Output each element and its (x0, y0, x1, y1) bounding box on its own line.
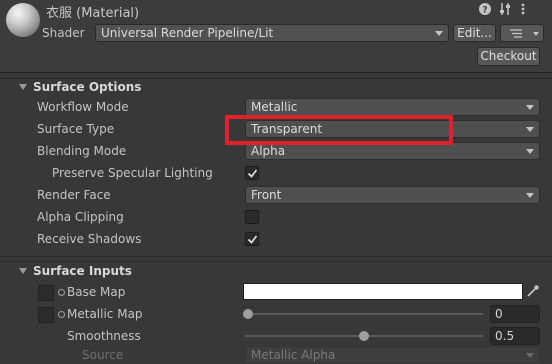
workflow-mode-value: Metallic (251, 100, 298, 114)
chevron-down-icon (526, 193, 534, 198)
object-picker-icon[interactable] (58, 311, 65, 318)
metallic-slider-knob[interactable] (243, 309, 253, 319)
material-title: 衣服 (Material) (46, 6, 140, 21)
checkout-button[interactable]: Checkout (477, 47, 540, 66)
alpha-clipping-label: Alpha Clipping (37, 210, 124, 224)
alpha-clipping-checkbox[interactable] (245, 210, 259, 224)
header-divider (0, 72, 552, 73)
edit-shader-button[interactable]: Edit... (453, 24, 496, 42)
list-options-button[interactable] (500, 24, 544, 42)
foldout-arrow-icon[interactable] (19, 84, 27, 90)
section-divider (0, 261, 552, 262)
preserve-specular-checkbox[interactable] (245, 166, 259, 180)
svg-text:?: ? (482, 6, 487, 16)
base-map-color-field[interactable] (243, 283, 523, 300)
metallic-map-label: Metallic Map (67, 307, 143, 321)
shader-dropdown-value: Universal Render Pipeline/Lit (101, 26, 274, 40)
checkmark-icon (247, 235, 258, 244)
foldout-arrow-icon[interactable] (19, 268, 27, 274)
metallic-map-texture-slot[interactable] (38, 307, 54, 323)
metallic-value: 0 (495, 307, 503, 321)
more-options-icon[interactable] (515, 2, 531, 18)
smoothness-value-field[interactable]: 0.5 (490, 327, 540, 345)
chevron-down-icon (526, 149, 534, 154)
surface-type-label: Surface Type (37, 122, 115, 136)
surface-inputs-header[interactable]: Surface Inputs (33, 264, 132, 278)
chevron-down-icon (435, 31, 443, 36)
base-map-texture-slot[interactable] (38, 285, 54, 301)
receive-shadows-label: Receive Shadows (37, 232, 142, 246)
workflow-mode-dropdown[interactable]: Metallic (245, 98, 540, 116)
base-map-label: Base Map (67, 285, 126, 299)
receive-shadows-checkbox[interactable] (245, 232, 259, 246)
metallic-slider-track[interactable] (245, 313, 483, 315)
render-face-label: Render Face (37, 188, 111, 202)
surface-type-highlight-box (225, 115, 453, 145)
source-dropdown: Metallic Alpha (245, 346, 540, 364)
section-divider (0, 256, 552, 257)
section-divider (0, 78, 552, 79)
eyedropper-icon[interactable] (526, 284, 540, 298)
settings-sliders-icon[interactable] (497, 2, 513, 18)
workflow-mode-label: Workflow Mode (37, 100, 129, 114)
render-face-dropdown[interactable]: Front (245, 186, 540, 204)
metallic-value-field[interactable]: 0 (490, 305, 540, 323)
chevron-down-icon (526, 127, 534, 132)
list-icon (510, 29, 522, 38)
surface-options-header[interactable]: Surface Options (33, 80, 141, 94)
shader-dropdown[interactable]: Universal Render Pipeline/Lit (95, 24, 449, 42)
shader-label: Shader (42, 26, 85, 40)
blending-mode-label: Blending Mode (37, 144, 127, 158)
chevron-down-icon (526, 353, 534, 358)
blending-mode-value: Alpha (251, 144, 286, 158)
smoothness-label: Smoothness (67, 329, 141, 343)
material-preview-sphere (6, 3, 40, 37)
checkmark-icon (247, 169, 258, 178)
render-face-value: Front (251, 188, 282, 202)
chevron-down-icon (526, 105, 534, 110)
smoothness-value: 0.5 (495, 329, 515, 343)
preserve-specular-label: Preserve Specular Lighting (52, 166, 213, 180)
object-picker-icon[interactable] (58, 289, 65, 296)
help-icon[interactable]: ? (477, 2, 493, 18)
chevron-down-icon (533, 32, 539, 36)
smoothness-slider-knob[interactable] (359, 331, 369, 341)
